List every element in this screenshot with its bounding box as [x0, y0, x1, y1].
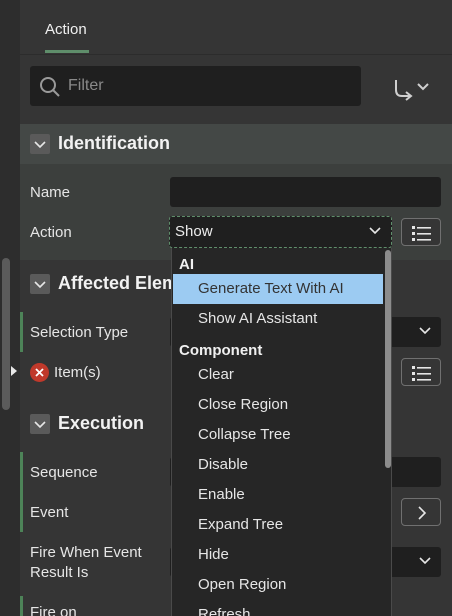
dropdown-item[interactable]: Refresh — [173, 600, 383, 616]
filter-box[interactable] — [30, 66, 361, 106]
action-label: Action — [30, 224, 72, 241]
fire-on-label: Fire on — [30, 604, 77, 616]
dropdown-item[interactable]: Clear — [173, 360, 383, 390]
section-title: Affected Elem — [58, 273, 179, 293]
dropdown-item[interactable]: Collapse Tree — [173, 420, 383, 450]
expand-arrow-icon[interactable] — [11, 366, 17, 376]
action-value: Show — [175, 223, 213, 240]
event-label: Event — [30, 504, 69, 521]
error-x-icon — [30, 363, 49, 382]
list-icon — [412, 226, 431, 241]
chevron-down-icon — [419, 557, 431, 565]
left-gutter — [0, 0, 20, 616]
required-indicator — [20, 312, 23, 352]
action-dropdown-list[interactable]: AI Generate Text With AI Show AI Assista… — [171, 248, 392, 616]
dropdown-item[interactable]: Generate Text With AI — [173, 274, 383, 304]
tab-bar: Action — [20, 0, 452, 55]
dropdown-group-label: Component — [179, 342, 263, 359]
collapse-icon[interactable] — [30, 414, 50, 434]
name-field[interactable] — [170, 177, 441, 207]
dropdown-item[interactable]: Expand Tree — [173, 510, 383, 540]
tab-active-indicator — [45, 50, 89, 53]
goto-arrow-icon[interactable] — [392, 74, 436, 102]
event-open-button[interactable] — [401, 498, 441, 526]
section-title: Identification — [58, 133, 170, 153]
dropdown-group-label: AI — [179, 256, 194, 273]
tab-action[interactable]: Action — [45, 21, 87, 38]
required-indicator — [20, 452, 23, 492]
chevron-right-icon — [418, 506, 427, 520]
dropdown-item[interactable]: Disable — [173, 450, 383, 480]
filter-input[interactable] — [68, 74, 348, 98]
dropdown-scrollbar[interactable] — [385, 250, 391, 468]
dropdown-item[interactable]: Open Region — [173, 570, 383, 600]
dropdown-item[interactable]: Show AI Assistant — [173, 304, 383, 334]
chevron-down-icon — [369, 227, 381, 235]
action-list-button[interactable] — [401, 218, 441, 246]
dropdown-item[interactable]: Enable — [173, 480, 383, 510]
dropdown-item[interactable]: Hide — [173, 540, 383, 570]
items-label: Item(s) — [54, 364, 101, 381]
dropdown-item[interactable]: Close Region — [173, 390, 383, 420]
search-icon — [40, 77, 60, 97]
section-identification-header[interactable]: Identification — [20, 124, 452, 164]
collapse-icon[interactable] — [30, 274, 50, 294]
sequence-label: Sequence — [30, 464, 98, 481]
selection-type-label: Selection Type — [30, 324, 129, 341]
name-label: Name — [30, 184, 71, 201]
fire-when-label-line2: Result Is — [30, 564, 89, 581]
required-indicator — [20, 596, 23, 616]
chevron-down-icon — [419, 327, 431, 335]
action-select[interactable]: Show — [169, 216, 392, 248]
gutter-scrollbar[interactable] — [2, 258, 10, 410]
list-icon — [412, 366, 431, 381]
collapse-icon[interactable] — [30, 134, 50, 154]
items-list-button[interactable] — [401, 358, 441, 386]
fire-when-label-line1: Fire When Event — [30, 544, 142, 561]
section-title: Execution — [58, 413, 145, 433]
required-indicator — [20, 492, 23, 532]
